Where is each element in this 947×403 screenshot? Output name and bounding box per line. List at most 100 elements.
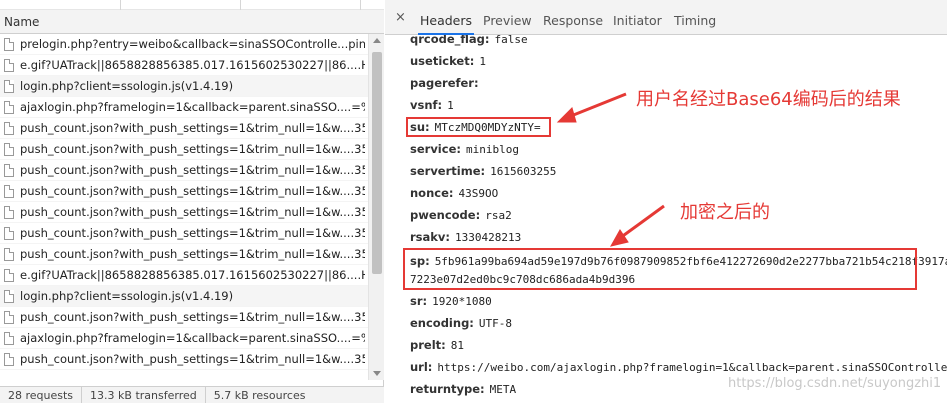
param-key: qrcode_flag: [410,35,490,46]
request-name: prelogin.php?entry=weibo&callback=sinaSS… [20,37,365,51]
param-value: 1920*1080 [432,295,492,308]
request-name: push_count.json?with_push_settings=1&tri… [20,352,365,366]
file-icon [4,248,14,261]
file-icon [4,227,14,240]
param-value: 43S9OO [458,187,499,200]
request-row[interactable]: push_count.json?with_push_settings=1&tri… [0,202,368,223]
tab-headers[interactable]: Headers [418,0,475,35]
file-icon [4,164,14,177]
param-value: 1615603255 [490,165,557,178]
request-name: ajaxlogin.php?framelogin=1&callback=pare… [20,331,365,345]
tab-initiator[interactable]: Initiator [611,0,664,35]
request-row[interactable]: push_count.json?with_push_settings=1&tri… [0,160,368,181]
param-value: 1330428213 [455,231,522,244]
file-icon [4,38,14,51]
param-row: returntype: META [410,382,516,396]
param-value: rsa2 [485,209,512,222]
scroll-down-icon[interactable] [373,371,381,376]
param-row: pagerefer: [410,76,484,90]
param-key: nonce: [410,186,454,200]
param-row: encoding: UTF-8 [410,316,512,330]
request-name: push_count.json?with_push_settings=1&tri… [20,226,365,240]
param-key: pagerefer: [410,76,479,90]
file-icon [4,101,14,114]
scroll-up-icon[interactable] [373,38,381,43]
request-row[interactable]: push_count.json?with_push_settings=1&tri… [0,223,368,244]
su-highlight-box [406,117,551,137]
param-row: sr: 1920*1080 [410,294,492,308]
param-key: pwencode: [410,208,481,222]
param-value: https://weibo.com/ajaxlogin.php?framelog… [437,361,947,374]
request-row[interactable]: e.gif?UATrack||8658828856385.017.1615602… [0,55,368,76]
request-name: push_count.json?with_push_settings=1&tri… [20,142,365,156]
param-key: useticket: [410,54,475,68]
transferred-size: 13.3 kB transferred [82,387,206,403]
request-row[interactable]: push_count.json?with_push_settings=1&tri… [0,307,368,328]
param-key: returntype: [410,382,485,396]
scrollbar-thumb[interactable] [372,52,382,274]
param-row: servertime: 1615603255 [410,164,556,178]
request-list-scrollbar[interactable] [368,34,384,380]
name-column-header[interactable]: Name [0,10,384,34]
request-name: ajaxlogin.php?framelogin=1&callback=pare… [20,100,365,114]
param-key: servertime: [410,164,486,178]
param-row: nonce: 43S9OO [410,186,498,200]
request-name: push_count.json?with_push_settings=1&tri… [20,184,365,198]
param-key: rsakv: [410,230,451,244]
param-value: META [489,383,517,396]
request-name: e.gif?UATrack||8658828856385.017.1615602… [20,268,365,282]
request-row[interactable]: push_count.json?with_push_settings=1&tri… [0,139,368,160]
sp-highlight-box [403,248,917,290]
request-row[interactable]: e.gif?UATrack||8658828856385.017.1615602… [0,265,368,286]
request-row[interactable]: login.php?client=ssologin.js(v1.4.19) [0,286,368,307]
param-key: url: [410,360,433,374]
request-count: 28 requests [0,387,83,403]
file-icon [4,332,14,345]
file-icon [4,311,14,324]
param-row: url: https://weibo.com/ajaxlogin.php?fram… [410,360,947,374]
request-row[interactable]: push_count.json?with_push_settings=1&tri… [0,118,368,139]
request-name: login.php?client=ssologin.js(v1.4.19) [20,79,234,93]
request-name: push_count.json?with_push_settings=1&tri… [20,205,365,219]
param-value: UTF-8 [478,317,513,330]
param-row: rsakv: 1330428213 [410,230,521,244]
param-value: 81 [450,339,464,352]
file-icon [4,59,14,72]
param-value: false [494,35,528,46]
timeline-strip [0,0,384,10]
network-status-bar: 28 requests 13.3 kB transferred 5.7 kB res… [0,386,384,403]
request-name: push_count.json?with_push_settings=1&tri… [20,310,365,324]
network-request-panel: Name prelogin.php?entry=weibo&callback=s… [0,0,384,403]
param-row: service: miniblog [410,142,519,156]
request-list: prelogin.php?entry=weibo&callback=sinaSS… [0,34,368,380]
param-row: prelt: 81 [410,338,464,352]
file-icon [4,185,14,198]
request-row[interactable]: login.php?client=ssologin.js(v1.4.19) [0,76,368,97]
request-name: push_count.json?with_push_settings=1&tri… [20,163,365,177]
request-row[interactable]: ajaxlogin.php?framelogin=1&callback=pare… [0,97,368,118]
details-tab-bar: × Headers Preview Response Initiator Tim… [385,0,947,35]
tab-response[interactable]: Response [541,0,605,35]
param-value: miniblog [465,143,519,156]
close-icon[interactable]: × [395,10,406,25]
tab-timing[interactable]: Timing [672,0,718,35]
file-icon [4,269,14,282]
request-row[interactable]: push_count.json?with_push_settings=1&tri… [0,181,368,202]
tab-preview[interactable]: Preview [481,0,534,35]
request-row[interactable]: prelogin.php?entry=weibo&callback=sinaSS… [0,34,368,55]
file-icon [4,80,14,93]
file-icon [4,143,14,156]
param-value: 1 [447,99,454,112]
sp-annotation: 加密之后的 [680,202,770,223]
request-row[interactable]: ajaxlogin.php?framelogin=1&callback=pare… [0,328,368,349]
param-row: vsnf: 1 [410,98,454,112]
param-row: useticket: 1 [410,54,486,68]
request-row[interactable]: push_count.json?with_push_settings=1&tri… [0,349,368,370]
param-row: pwencode: rsa2 [410,208,512,222]
param-key: sr: [410,294,428,308]
file-icon [4,290,14,303]
request-row[interactable]: push_count.json?with_push_settings=1&tri… [0,244,368,265]
param-key: encoding: [410,316,474,330]
request-details-panel: × Headers Preview Response Initiator Tim… [385,0,947,403]
su-annotation: 用户名经过Base64编码后的结果 [636,89,901,110]
